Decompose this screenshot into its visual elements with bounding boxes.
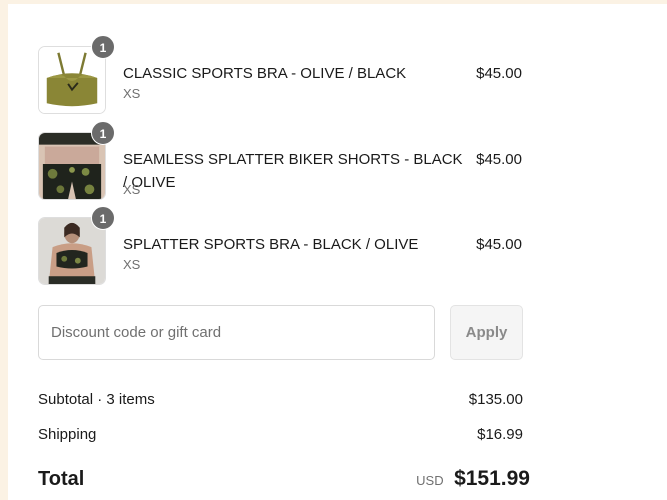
biker-shorts-image	[39, 133, 105, 199]
subtotal-row: Subtotal · 3 items $135.00	[38, 391, 523, 408]
item-variant: XS	[123, 257, 141, 272]
total-amount: $151.99	[454, 467, 530, 490]
item-variant: XS	[123, 182, 141, 197]
quantity-badge: 1	[91, 35, 115, 59]
discount-code-input[interactable]	[38, 305, 435, 360]
subtotal-label: Subtotal · 3 items	[38, 391, 155, 408]
line-item: 1 SPLATTER SPORTS BRA - BLACK / OLIVE XS…	[38, 206, 522, 287]
item-price: $45.00	[476, 236, 522, 253]
total-currency: USD	[416, 473, 444, 488]
item-name: SPLATTER SPORTS BRA - BLACK / OLIVE	[123, 236, 419, 253]
shipping-row: Shipping $16.99	[38, 426, 523, 443]
item-variant: XS	[123, 86, 141, 101]
line-item: 1 CLASSIC SPORTS BRA - OLIVE / BLACK XS …	[38, 35, 522, 116]
shipping-value: $16.99	[477, 426, 523, 443]
item-price: $45.00	[476, 151, 522, 168]
subtotal-value: $135.00	[468, 391, 523, 408]
line-item: 1 SEAMLESS SPLATTER BIKER SHORTS - BLACK…	[38, 121, 522, 202]
quantity-badge: 1	[91, 121, 115, 145]
shipping-label: Shipping	[38, 426, 97, 443]
item-name: SEAMLESS SPLATTER BIKER SHORTS - BLACK /…	[123, 151, 463, 191]
apply-discount-button[interactable]: Apply	[450, 305, 523, 360]
item-price: $45.00	[476, 65, 522, 82]
olive-sports-bra-image	[39, 47, 105, 113]
total-value-group: USD $151.99	[416, 467, 530, 491]
total-label: Total	[38, 468, 85, 490]
item-name: CLASSIC SPORTS BRA - OLIVE / BLACK	[123, 65, 407, 82]
quantity-badge: 1	[91, 206, 115, 230]
splatter-bra-image	[39, 218, 105, 284]
